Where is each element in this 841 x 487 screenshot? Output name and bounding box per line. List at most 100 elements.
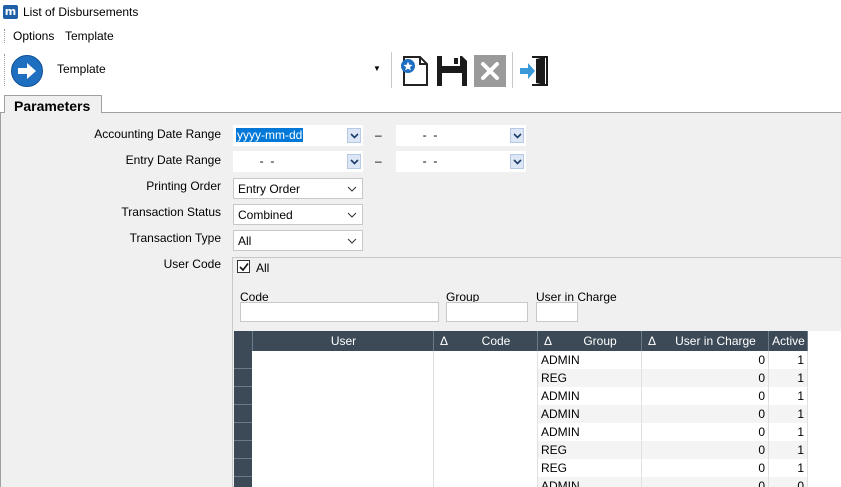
cell-active: 1 <box>769 441 808 459</box>
delete-icon[interactable] <box>473 54 507 88</box>
accounting-date-from-value: yyyy-mm-dd <box>236 128 304 142</box>
entry-date-to[interactable]: - - <box>396 151 526 172</box>
table-row[interactable]: REG 0 1 <box>234 441 808 459</box>
accounting-date-label: Accounting Date Range <box>94 127 221 141</box>
cell-user <box>253 459 434 477</box>
group-filter-input[interactable] <box>446 302 528 322</box>
parameters-panel: Accounting Date Range yyyy-mm-dd – - - E… <box>0 113 841 487</box>
chevron-down-icon[interactable] <box>347 128 361 143</box>
user-code-label: User Code <box>163 257 221 271</box>
code-filter-input[interactable] <box>240 302 439 322</box>
template-select-label[interactable]: Template <box>57 62 106 76</box>
cell-user-in-charge: 0 <box>642 405 769 423</box>
col-header-active-text: Active <box>772 334 805 348</box>
col-header-user[interactable]: User <box>253 331 434 351</box>
entry-date-from-value: - - <box>253 154 275 168</box>
cell-code <box>434 441 538 459</box>
range-separator: – <box>375 154 382 168</box>
go-arrow-icon[interactable] <box>10 54 44 88</box>
menu-bar: Options Template <box>0 26 841 46</box>
exit-icon[interactable] <box>518 54 552 88</box>
all-checkbox[interactable] <box>237 260 250 273</box>
cell-user-in-charge: 0 <box>642 477 769 487</box>
cell-code <box>434 459 538 477</box>
accounting-date-to-value: - - <box>416 128 438 142</box>
app-icon: m <box>3 5 18 19</box>
sort-icon: Δ <box>440 334 449 348</box>
chevron-down-icon[interactable] <box>510 154 524 169</box>
row-selector <box>234 369 252 387</box>
printing-order-select[interactable]: Entry Order <box>233 178 363 199</box>
cell-active: 1 <box>769 387 808 405</box>
cell-group: ADMIN <box>538 423 642 441</box>
cell-user-in-charge: 0 <box>642 441 769 459</box>
col-header-active[interactable]: Active <box>769 331 808 351</box>
menu-template[interactable]: Template <box>65 29 114 43</box>
cell-user-in-charge: 0 <box>642 459 769 477</box>
table-row[interactable]: ADMIN 0 1 <box>234 387 808 405</box>
row-selector <box>234 477 252 487</box>
row-selector <box>234 459 252 477</box>
menu-options[interactable]: Options <box>13 29 54 43</box>
cell-code <box>434 423 538 441</box>
cell-user <box>253 441 434 459</box>
check-icon <box>239 263 249 272</box>
row-selector <box>234 441 252 459</box>
cell-group: ADMIN <box>538 387 642 405</box>
cell-user <box>253 405 434 423</box>
transaction-type-select[interactable]: All <box>233 230 363 251</box>
cell-user-in-charge: 0 <box>642 351 769 369</box>
table-row[interactable]: ADMIN 0 1 <box>234 405 808 423</box>
cell-code <box>434 369 538 387</box>
entry-date-from[interactable]: - - <box>233 151 363 172</box>
menu-grip <box>4 29 6 43</box>
tab-parameters[interactable]: Parameters <box>4 95 102 115</box>
cell-user <box>253 369 434 387</box>
entry-date-to-value: - - <box>416 154 438 168</box>
col-header-uic[interactable]: Δ User in Charge <box>642 331 769 351</box>
sort-icon: Δ <box>648 334 657 348</box>
template-dropdown-icon[interactable]: ▼ <box>373 64 381 73</box>
cell-active: 1 <box>769 459 808 477</box>
table-row[interactable]: REG 0 1 <box>234 369 808 387</box>
table-row[interactable]: ADMIN 0 1 <box>234 351 808 369</box>
cell-code <box>434 351 538 369</box>
transaction-status-select[interactable]: Combined <box>233 204 363 225</box>
uic-filter-input[interactable] <box>536 302 578 322</box>
cell-group: ADMIN <box>538 477 642 487</box>
cell-active: 0 <box>769 477 808 487</box>
accounting-date-to[interactable]: - - <box>396 125 526 146</box>
cell-active: 1 <box>769 405 808 423</box>
toolbar-separator <box>512 52 513 88</box>
chevron-down-icon[interactable] <box>510 128 524 143</box>
table-row[interactable]: REG 0 1 <box>234 459 808 477</box>
range-separator: – <box>375 128 382 142</box>
table-row[interactable]: ADMIN 0 1 <box>234 423 808 441</box>
col-header-uic-text: User in Charge <box>675 334 756 348</box>
cell-active: 1 <box>769 351 808 369</box>
col-header-code[interactable]: Δ Code <box>434 331 538 351</box>
save-icon[interactable] <box>435 54 469 88</box>
cell-code <box>434 405 538 423</box>
col-header-group[interactable]: Δ Group <box>538 331 642 351</box>
cell-active: 1 <box>769 369 808 387</box>
table-row[interactable]: ADMIN 0 0 <box>234 477 808 487</box>
printing-order-value: Entry Order <box>238 182 301 196</box>
cell-code <box>434 387 538 405</box>
row-selector <box>234 423 252 441</box>
sort-icon: Δ <box>544 334 553 348</box>
col-header-user-text: User <box>330 334 357 348</box>
transaction-status-value: Combined <box>238 208 293 222</box>
new-template-icon[interactable] <box>398 54 432 88</box>
chevron-down-icon <box>347 186 357 192</box>
chevron-down-icon[interactable] <box>347 154 361 169</box>
toolbar-separator <box>391 52 392 88</box>
entry-date-label: Entry Date Range <box>125 153 221 167</box>
all-checkbox-label: All <box>256 261 270 275</box>
cell-group: REG <box>538 459 642 477</box>
tab-strip: Parameters <box>0 93 841 115</box>
col-header-code-text: Code <box>481 334 511 348</box>
cell-code <box>434 477 538 487</box>
accounting-date-from[interactable]: yyyy-mm-dd <box>233 125 363 146</box>
cell-group: REG <box>538 441 642 459</box>
